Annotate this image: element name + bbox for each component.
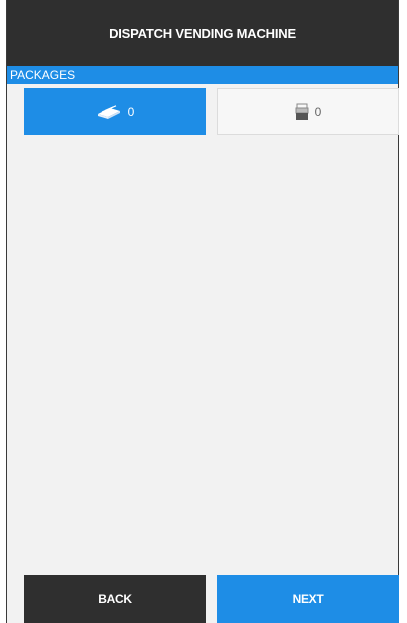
- bag-icon: [295, 103, 309, 121]
- back-button[interactable]: BACK: [24, 575, 206, 623]
- app-frame: DISPATCH VENDING MACHINE PACKAGES 0 0 BA…: [6, 0, 399, 623]
- page-title: DISPATCH VENDING MACHINE: [109, 25, 296, 41]
- tab-bags-count: 0: [314, 104, 322, 119]
- tab-packages[interactable]: 0: [24, 88, 206, 135]
- app-header: DISPATCH VENDING MACHINE: [7, 0, 398, 66]
- tab-bags[interactable]: 0: [217, 88, 399, 135]
- package-tabs: 0 0: [24, 88, 399, 135]
- tab-packages-count: 0: [127, 104, 135, 119]
- section-header: PACKAGES: [7, 66, 398, 84]
- section-title: PACKAGES: [10, 68, 76, 82]
- next-button[interactable]: NEXT: [217, 575, 399, 623]
- footer-actions: BACK NEXT: [24, 575, 399, 623]
- package-stack-icon: [96, 104, 122, 119]
